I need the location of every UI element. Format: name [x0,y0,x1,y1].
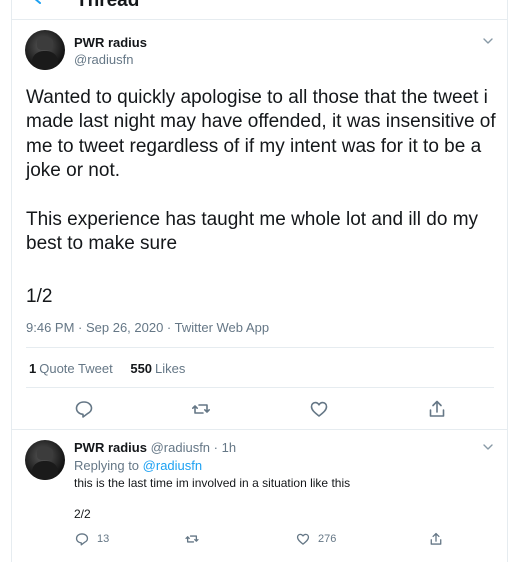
thread-position: 1/2 [26,286,53,307]
divider [26,387,494,388]
quote-count: 1 [29,361,37,376]
author-name[interactable]: PWR radius [74,35,147,50]
likes-stat[interactable]: 550 Likes [130,361,185,376]
share-icon [430,532,442,545]
avatar[interactable] [25,440,65,480]
author-name[interactable]: PWR radius [74,440,147,455]
divider [26,347,494,348]
reply-button[interactable]: 13 [74,530,109,548]
retweet-icon [185,535,199,543]
tweet-actions [12,398,507,420]
author-handle[interactable]: @radiusfn [74,52,133,67]
thread-panel: Thread PWR radius @radiusfn Wanted to qu… [11,0,508,562]
page-title: Thread [76,0,140,11]
replying-prefix: Replying to [74,458,140,473]
like-icon [296,533,310,545]
separator-dot: · [213,440,219,455]
like-icon[interactable] [308,398,330,420]
reply-count: 13 [97,533,110,545]
avatar[interactable] [25,30,65,70]
chevron-down-icon[interactable] [481,440,495,454]
like-count: 550 [130,361,153,376]
tweet-text: Wanted to quickly apologise to all those… [26,87,496,255]
retweet-button[interactable] [184,530,207,548]
back-arrow-icon[interactable] [31,0,45,5]
reply-tweet[interactable]: PWR radius @radiusfn · 1h Replying to @r… [12,429,507,562]
tweet-timestamp[interactable]: 9:46 PM · Sep 26, 2020 · Twitter Web App [26,320,269,335]
replying-to: Replying to @radiusfn [74,458,202,473]
author-handle[interactable]: @radiusfn [151,440,210,455]
reply-text: this is the last time im involved in a s… [74,476,351,490]
reply-icon [75,533,89,546]
quote-tweet-stat[interactable]: 1 Quote Tweet [29,361,113,376]
retweet-icon[interactable] [190,398,212,420]
thread-header: Thread [12,0,507,20]
quote-label: Quote Tweet [39,361,113,376]
reply-actions: 13 276 [12,530,507,548]
tweet-stats: 1 Quote Tweet 550 Likes [29,361,199,376]
thread-position: 2/2 [74,507,91,521]
share-button[interactable] [428,530,451,548]
share-icon[interactable] [426,398,448,420]
reply-time[interactable]: 1h [222,440,236,455]
chevron-down-icon[interactable] [481,34,495,48]
like-label: Likes [155,361,186,376]
like-count: 276 [318,533,337,545]
reply-headline: PWR radius @radiusfn · 1h [74,440,236,455]
replying-to-link[interactable]: @radiusfn [143,458,202,473]
reply-icon[interactable] [73,398,95,420]
like-button[interactable]: 276 [295,530,336,548]
